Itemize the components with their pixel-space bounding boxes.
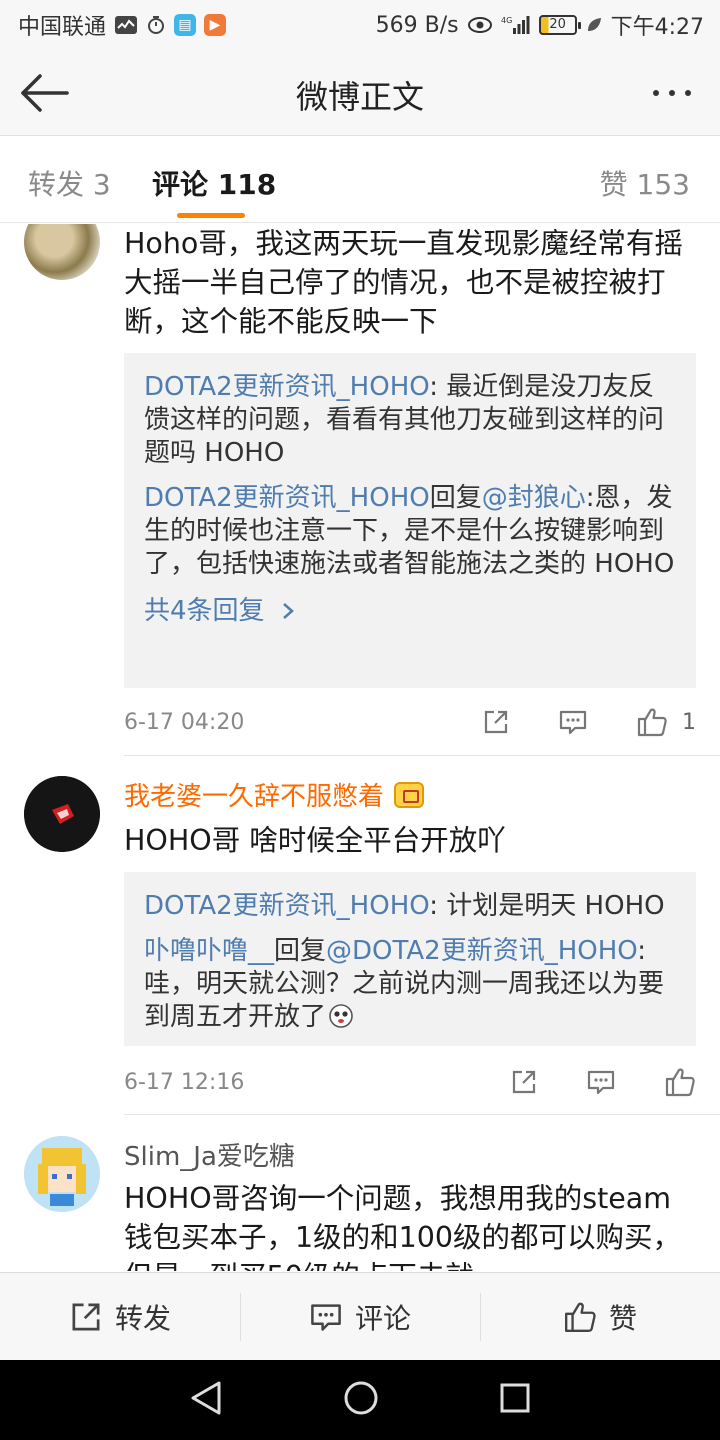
network-speed: 569 B/s xyxy=(375,12,459,38)
active-tab-indicator xyxy=(177,213,245,218)
thumbs-up-icon xyxy=(637,708,667,737)
battery-icon: 20 xyxy=(538,15,581,35)
video-app-icon: ▶ xyxy=(204,14,227,36)
system-nav-bar xyxy=(0,1360,720,1440)
emoji-icon xyxy=(329,1004,353,1028)
avatar[interactable] xyxy=(24,776,100,852)
avatar[interactable] xyxy=(24,224,100,280)
reply-item[interactable]: 卟噜卟噜__回复@DOTA2更新资讯_HOHO: 哇，明天就公测？之前说内测一周… xyxy=(144,935,676,1034)
reply-verb: 回复 xyxy=(429,483,482,513)
reply-mention-link[interactable]: @DOTA2更新资讯_HOHO xyxy=(326,936,637,966)
repost-label: 转发 xyxy=(114,1301,171,1335)
signal-icon: 4G xyxy=(501,14,531,36)
page-title: 微博正文 xyxy=(295,78,424,116)
more-replies-label: 共4条回复 xyxy=(144,596,265,626)
comment-meta: 6-17 04:20 1 xyxy=(124,702,696,742)
carrier-label: 中国联通 xyxy=(18,15,107,40)
comment-icon xyxy=(559,710,587,735)
thumbs-up-icon xyxy=(565,1302,596,1332)
reply-user-link[interactable]: DOTA2更新资讯_HOHO xyxy=(144,483,430,513)
comment-divider xyxy=(124,1114,720,1115)
leaf-icon xyxy=(585,16,603,34)
share-icon xyxy=(484,710,508,734)
battery-level: 20 xyxy=(549,17,566,32)
reply-box[interactable]: DOTA2更新资讯_HOHO: 最近倒是没刀友反馈这样的问题，看看有其他刀友碰到… xyxy=(124,353,696,688)
comment-time: 6-17 04:20 xyxy=(124,709,245,735)
activity-icon xyxy=(114,15,138,35)
like-label: 赞 xyxy=(608,1301,637,1335)
more-dot-icon xyxy=(685,90,691,96)
more-replies-link[interactable]: 共4条回复 xyxy=(144,595,676,628)
like-count: 1 xyxy=(682,709,696,735)
nav-back-button[interactable] xyxy=(189,1380,223,1420)
more-dot-icon xyxy=(669,90,675,96)
more-menu-button[interactable] xyxy=(640,68,704,118)
tab-comment[interactable]: 评论 118 xyxy=(152,163,276,203)
reply-comment-button[interactable] xyxy=(558,708,588,736)
nav-home-button[interactable] xyxy=(342,1379,380,1421)
status-bar: 中国联通 ▤ ▶ 569 B/s 4G 20 下午4:27 xyxy=(0,0,720,50)
like-button[interactable]: 赞 xyxy=(480,1273,720,1360)
reply-verb: 回复 xyxy=(274,936,327,966)
reply-user-link[interactable]: DOTA2更新资讯_HOHO xyxy=(144,372,429,402)
comment-time: 6-17 12:16 xyxy=(124,1069,245,1095)
comment-list[interactable]: Hoho哥，我这两天玩一直发现影魔经常有摇大摇一半自己停了的情况，也不是被控被打… xyxy=(0,224,720,1271)
like-comment-button[interactable]: 1 xyxy=(636,706,696,738)
svg-text:4G: 4G xyxy=(501,16,512,25)
reply-text: : 计划是明天 HOHO xyxy=(429,891,665,921)
nav-bar: 微博正文 xyxy=(0,50,720,136)
reply-mention-link[interactable]: @封狼心 xyxy=(482,483,586,513)
tab-bar: 转发 3 评论 118 赞 153 xyxy=(0,137,720,223)
avatar[interactable] xyxy=(24,1136,100,1212)
repost-comment-button[interactable] xyxy=(510,1068,538,1096)
reply-comment-button[interactable] xyxy=(586,1068,616,1096)
comment-divider xyxy=(124,755,720,756)
comment-icon xyxy=(311,1303,341,1331)
square-recents-icon xyxy=(500,1383,530,1413)
comment-text: HOHO哥咨询一个问题，我想用我的steam钱包买本子，1级的和100级的都可以… xyxy=(124,1182,682,1271)
tab-repost[interactable]: 转发 3 xyxy=(28,163,111,203)
comment-icon xyxy=(587,1070,615,1095)
repost-button[interactable]: 转发 xyxy=(0,1273,240,1360)
share-icon xyxy=(72,1303,100,1330)
comment-text: HOHO哥 啥时候全平台开放吖 xyxy=(124,824,506,857)
alarm-icon xyxy=(146,15,166,35)
reply-item[interactable]: DOTA2更新资讯_HOHO回复@封狼心:恩，发生的时候也注意一下，是不是什么按… xyxy=(144,482,676,581)
nav-recents-button[interactable] xyxy=(499,1382,531,1418)
app-notification-icon: ▤ xyxy=(174,14,197,36)
username-label: Slim_Ja爱吃糖 xyxy=(124,1142,295,1172)
circle-home-icon xyxy=(344,1381,378,1415)
comment-username[interactable]: Slim_Ja爱吃糖 xyxy=(124,1136,295,1173)
reply-user-link[interactable]: DOTA2更新资讯_HOHO xyxy=(144,891,429,921)
username-label: 我老婆一久辞不服憋着 xyxy=(124,782,385,812)
bottom-toolbar: 转发 评论 赞 xyxy=(0,1272,720,1360)
triangle-back-icon xyxy=(191,1381,221,1415)
thumbs-up-icon xyxy=(665,1068,695,1097)
vip-crown-icon xyxy=(394,781,425,808)
reply-item[interactable]: DOTA2更新资讯_HOHO: 计划是明天 HOHO xyxy=(144,890,676,923)
comment-label: 评论 xyxy=(354,1301,411,1335)
like-comment-button[interactable] xyxy=(664,1066,696,1098)
reply-item[interactable]: DOTA2更新资讯_HOHO: 最近倒是没刀友反馈这样的问题，看看有其他刀友碰到… xyxy=(144,371,676,470)
reply-user-link[interactable]: 卟噜卟噜__ xyxy=(144,936,274,966)
chevron-right-icon xyxy=(282,603,294,619)
eye-icon xyxy=(467,16,493,34)
comment-button[interactable]: 评论 xyxy=(240,1273,480,1360)
comment-username[interactable]: 我老婆一久辞不服憋着 xyxy=(124,776,425,813)
tab-like[interactable]: 赞 153 xyxy=(600,163,690,203)
clock: 下午4:27 xyxy=(610,15,704,40)
more-dot-icon xyxy=(653,90,659,96)
comment-meta: 6-17 12:16 xyxy=(124,1062,696,1102)
reply-box[interactable]: DOTA2更新资讯_HOHO: 计划是明天 HOHO 卟噜卟噜__回复@DOTA… xyxy=(124,872,696,1046)
comment-text: Hoho哥，我这两天玩一直发现影魔经常有摇大摇一半自己停了的情况，也不是被控被打… xyxy=(124,227,683,338)
repost-comment-button[interactable] xyxy=(482,708,510,736)
share-icon xyxy=(512,1070,536,1094)
